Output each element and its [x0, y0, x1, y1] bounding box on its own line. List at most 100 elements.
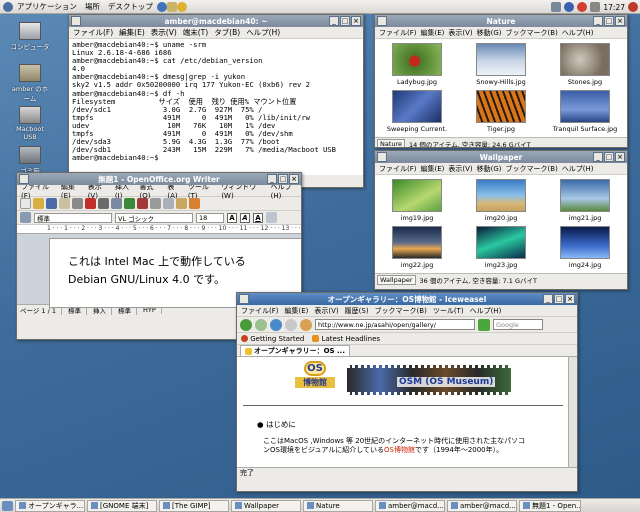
font-size-select[interactable]: 18	[196, 212, 224, 223]
minimize-button[interactable]: _	[329, 16, 339, 26]
menu-history[interactable]: 履歴(S)	[345, 306, 369, 316]
window-menu-icon[interactable]	[377, 16, 387, 26]
window-menu-icon[interactable]	[239, 294, 249, 304]
taskbar-item[interactable]: 無題1 - Open...	[519, 499, 581, 512]
maximize-button[interactable]: □	[604, 16, 614, 26]
menu-edit[interactable]: 編集(E)	[119, 27, 145, 38]
file-item[interactable]: img23.jpg	[459, 224, 543, 271]
terminal-output[interactable]: amber@macdebian40:~$ uname -srm Linux 2.6…	[69, 39, 363, 175]
maximize-button[interactable]: □	[340, 16, 350, 26]
styles-icon[interactable]	[20, 212, 31, 223]
file-item[interactable]: Tiger.jpg	[459, 88, 543, 135]
file-item[interactable]: img22.jpg	[375, 224, 459, 271]
menu-tools[interactable]: ツール(T)	[433, 306, 464, 316]
clock[interactable]: 17:27	[603, 3, 625, 12]
go-icon[interactable]	[478, 318, 490, 331]
menu-view[interactable]: 表示(V)	[151, 27, 177, 38]
desktop-icon-trash[interactable]: ゴミ箱	[10, 146, 50, 175]
menu-edit[interactable]: 編集(E)	[421, 28, 445, 38]
search-input[interactable]: Google	[493, 319, 543, 330]
gnome-foot-icon[interactable]	[3, 1, 13, 12]
browser-titlebar[interactable]: オープンギャラリー：OS博物館 - Iceweasel _ □ ×	[237, 293, 577, 305]
power-icon[interactable]	[628, 2, 638, 12]
menu-bookmarks[interactable]: ブックマーク(B)	[506, 164, 558, 174]
file-item[interactable]: Snowy-Hills.jpg	[459, 41, 543, 88]
browser-tab[interactable]: オープンギャラリー：OS ...	[240, 345, 350, 356]
menu-places[interactable]: 場所	[81, 1, 104, 12]
minimize-button[interactable]: _	[593, 152, 603, 162]
file-item[interactable]: img19.jpg	[375, 177, 459, 224]
print-preview-icon[interactable]	[111, 198, 122, 209]
align-icon[interactable]	[266, 212, 277, 223]
menu-go[interactable]: 移動(G)	[477, 28, 502, 38]
stop-icon[interactable]	[285, 318, 297, 331]
help-launcher-icon[interactable]	[176, 1, 187, 12]
close-button[interactable]: ×	[289, 174, 299, 184]
menu-file[interactable]: ファイル(F)	[379, 164, 417, 174]
desktop-icon-computer[interactable]: コンピュータ	[10, 22, 50, 51]
paragraph-style-select[interactable]: 標準	[34, 212, 112, 223]
menu-file[interactable]: ファイル(F)	[73, 27, 113, 38]
close-button[interactable]: ×	[615, 16, 625, 26]
menu-help[interactable]: ヘルプ(H)	[246, 27, 280, 38]
nature-window[interactable]: Nature _ □ × ファイル(F) 編集(E) 表示(V) 移動(G) ブ…	[374, 14, 628, 148]
volume-icon[interactable]	[590, 2, 601, 12]
bold-button[interactable]: A	[227, 212, 237, 223]
menu-help[interactable]: ヘルプ(H)	[562, 164, 594, 174]
mail-launcher-icon[interactable]	[166, 1, 177, 12]
font-name-select[interactable]: VL ゴシック	[115, 212, 193, 223]
close-button[interactable]: ×	[351, 16, 361, 26]
menu-file[interactable]: ファイル(F)	[379, 28, 417, 38]
file-item[interactable]: img24.jpg	[543, 224, 627, 271]
menu-file[interactable]: ファイル(F)	[241, 306, 279, 316]
file-item[interactable]: Ladybug.jpg	[375, 41, 459, 88]
paste-icon[interactable]	[176, 198, 187, 209]
location-selector[interactable]: Wallpaper	[377, 274, 416, 285]
bookmark-latest-headlines[interactable]: Latest Headlines	[312, 335, 380, 343]
file-item[interactable]: Sweeping Current.	[375, 88, 459, 135]
desktop-icon-usb[interactable]: Macboot USB	[10, 106, 50, 141]
writer-titlebar[interactable]: 無題1 - OpenOffice.org Writer _ □ ×	[17, 173, 301, 185]
show-desktop-icon[interactable]	[2, 500, 13, 511]
menu-terminal[interactable]: 端末(T)	[183, 27, 208, 38]
taskbar-item[interactable]: Wallpaper	[231, 499, 301, 512]
os-museum-logo[interactable]: OS 博物館	[295, 361, 335, 393]
menu-applications[interactable]: アプリケーション	[13, 1, 81, 12]
wallpaper-titlebar[interactable]: Wallpaper _ □ ×	[375, 151, 627, 163]
nature-titlebar[interactable]: Nature _ □ ×	[375, 15, 627, 27]
file-item[interactable]: img21.jpg	[543, 177, 627, 224]
close-button[interactable]: ×	[615, 152, 625, 162]
menu-edit[interactable]: 編集(E)	[285, 306, 309, 316]
export-pdf-icon[interactable]	[85, 198, 96, 209]
edit-file-icon[interactable]	[72, 198, 83, 209]
menu-edit[interactable]: 編集(E)	[421, 164, 445, 174]
file-item[interactable]: Tranquil Surface.jpg	[543, 88, 627, 135]
window-menu-icon[interactable]	[71, 16, 81, 26]
browser-window[interactable]: オープンギャラリー：OS博物館 - Iceweasel _ □ × ファイル(F…	[236, 292, 578, 492]
autospell-icon[interactable]	[137, 198, 148, 209]
maximize-button[interactable]: □	[604, 152, 614, 162]
new-document-icon[interactable]	[20, 198, 31, 209]
taskbar-item[interactable]: [GNOME 端末]	[87, 499, 157, 512]
spellcheck-icon[interactable]	[124, 198, 135, 209]
open-folder-icon[interactable]	[33, 198, 44, 209]
menu-desktop[interactable]: デスクトップ	[104, 1, 157, 12]
maximize-button[interactable]: □	[554, 294, 564, 304]
home-icon[interactable]	[300, 318, 312, 331]
save-icon[interactable]	[46, 198, 57, 209]
window-menu-icon[interactable]	[377, 152, 387, 162]
ruler[interactable]: 1 · · · 1 · · · 2 · · · 3 · · · 4 · · · …	[17, 225, 301, 234]
taskbar-item[interactable]: [The GIMP]	[159, 499, 229, 512]
terminal-window[interactable]: amber@macdebian40: ~ _ □ × ファイル(F) 編集(E)…	[68, 14, 364, 188]
menu-view[interactable]: 表示(V)	[448, 164, 472, 174]
desktop-icon-home[interactable]: amber のホーム	[10, 64, 50, 103]
file-item[interactable]: Stones.jpg	[543, 41, 627, 88]
menu-help[interactable]: ヘルプ(H)	[470, 306, 502, 316]
menu-help[interactable]: ヘルプ(H)	[562, 28, 594, 38]
print-icon[interactable]	[98, 198, 109, 209]
minimize-button[interactable]: _	[267, 174, 277, 184]
back-icon[interactable]	[240, 318, 252, 331]
museum-link[interactable]: OS博物館	[384, 446, 415, 454]
reload-icon[interactable]	[270, 318, 282, 331]
menu-view[interactable]: 表示(V)	[448, 28, 472, 38]
